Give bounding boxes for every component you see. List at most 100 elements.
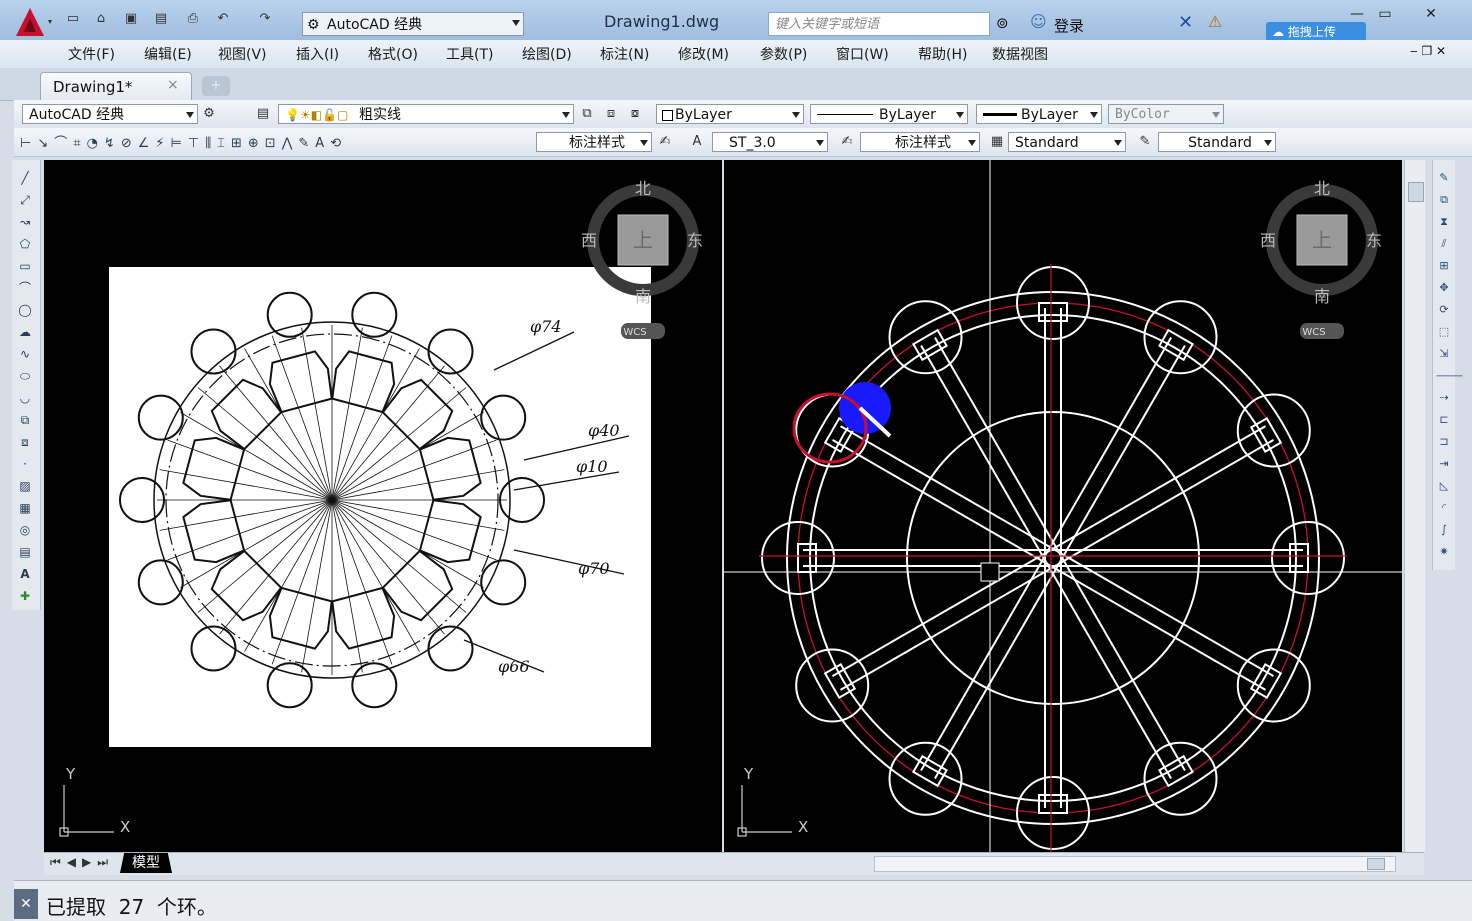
dimstyle-combo-2[interactable]: 标注样式 bbox=[860, 132, 980, 152]
line-icon[interactable]: ╱ bbox=[17, 170, 33, 186]
layer-combo[interactable]: 💡☀◧🔓▢ 粗实线 bbox=[278, 104, 574, 124]
dimstyle-combo-1[interactable]: 标注样式 bbox=[536, 132, 652, 152]
break-at-point-icon[interactable]: ⊏ bbox=[1436, 412, 1452, 428]
menu-parametric[interactable]: 参数(P) bbox=[760, 44, 807, 64]
binoculars-icon[interactable]: ⊚ bbox=[996, 14, 1009, 32]
diameter-icon[interactable]: ⊘ bbox=[121, 136, 138, 151]
tablestyle-combo[interactable]: Standard bbox=[1008, 132, 1126, 152]
dimstyle-manager-icon[interactable]: ✍ bbox=[838, 133, 856, 151]
tab-nav-arrows[interactable]: ⏮◀▶⏭ bbox=[50, 855, 114, 870]
autocad-logo-icon[interactable] bbox=[12, 4, 52, 38]
user-icon[interactable]: ☺ bbox=[1030, 12, 1047, 31]
gradient-icon[interactable]: ▦ bbox=[17, 500, 33, 516]
dim-text-edit-icon[interactable]: A bbox=[315, 136, 330, 151]
workspace-select[interactable]: ⚙ AutoCAD 经典 bbox=[302, 12, 524, 36]
circle-icon[interactable]: ◯ bbox=[17, 302, 33, 318]
quick-dim-icon[interactable]: ⚡ bbox=[155, 136, 170, 151]
dim-style-icon[interactable]: ✍ bbox=[656, 133, 674, 151]
dim-edit-icon[interactable]: ✎ bbox=[298, 136, 315, 151]
menu-window[interactable]: 窗口(W) bbox=[836, 44, 889, 64]
workspace-settings-icon[interactable]: ⚙ bbox=[200, 105, 218, 123]
baseline-icon[interactable]: ⊨ bbox=[171, 136, 188, 151]
array-icon[interactable]: ⊞ bbox=[1436, 258, 1452, 274]
tab-close-icon[interactable]: × bbox=[167, 77, 179, 93]
plotstyle-combo[interactable]: ByColor bbox=[1108, 104, 1224, 124]
menu-insert[interactable]: 插入(I) bbox=[296, 44, 339, 64]
menu-tools[interactable]: 工具(T) bbox=[446, 44, 493, 64]
layer-previous-icon[interactable]: ⧈ bbox=[602, 105, 620, 123]
polygon-icon[interactable]: ⬠ bbox=[17, 236, 33, 252]
menu-help[interactable]: 帮助(H) bbox=[918, 44, 967, 64]
hscroll-thumb[interactable] bbox=[1367, 858, 1385, 870]
join-icon[interactable]: ⇥ bbox=[1436, 456, 1452, 472]
undo-icon[interactable]: ↶ bbox=[214, 10, 232, 28]
tolerance-icon[interactable]: ⊞ bbox=[231, 136, 248, 151]
layer-manager-icon[interactable]: ▤ bbox=[254, 105, 272, 123]
make-block-icon[interactable]: ⧈ bbox=[17, 434, 33, 450]
redo-icon[interactable]: ↷ bbox=[256, 10, 274, 28]
lineweight-combo[interactable]: ByLayer bbox=[976, 104, 1102, 124]
ordinate-icon[interactable]: ⌗ bbox=[73, 136, 86, 151]
insert-block-icon[interactable]: ⧉ bbox=[17, 412, 33, 428]
command-close-icon[interactable]: ✕ bbox=[14, 889, 38, 919]
workspace-combo[interactable]: AutoCAD 经典 bbox=[22, 104, 198, 124]
point-icon[interactable]: · bbox=[17, 456, 33, 472]
mtext-icon[interactable]: A bbox=[17, 566, 33, 582]
mleader-style-icon[interactable]: ✎ bbox=[1136, 133, 1154, 151]
rectangle-icon[interactable]: ▭ bbox=[17, 258, 33, 274]
table-style-icon[interactable]: ▦ bbox=[988, 133, 1006, 151]
tab-drawing1[interactable]: Drawing1* × bbox=[40, 72, 192, 101]
menu-view[interactable]: 视图(V) bbox=[218, 44, 267, 64]
text-style-icon[interactable]: A bbox=[688, 133, 706, 151]
jogged-icon[interactable]: ↯ bbox=[104, 136, 121, 151]
right-viewport[interactable]: 上 北 南 东 西 WCS X Y bbox=[724, 160, 1402, 852]
horizontal-scrollbar[interactable] bbox=[874, 856, 1396, 872]
vertical-scrollbar[interactable] bbox=[1404, 160, 1425, 852]
ellipse-arc-icon[interactable]: ◡ bbox=[17, 390, 33, 406]
textstyle-combo[interactable]: ST_3.0 bbox=[712, 132, 828, 152]
arc-icon[interactable]: ⌒ bbox=[17, 280, 33, 296]
search-input[interactable]: 键入关键字或短语 bbox=[768, 12, 990, 36]
ellipse-icon[interactable]: ⬭ bbox=[17, 368, 33, 384]
menu-edit[interactable]: 编辑(E) bbox=[144, 44, 192, 64]
left-viewport[interactable]: φ74 φ40 φ10 φ70 φ66 上 北 南 东 西 WCS X Y bbox=[44, 160, 722, 852]
menu-file[interactable]: 文件(F) bbox=[68, 44, 115, 64]
move-icon[interactable]: ✥ bbox=[1436, 280, 1452, 296]
menu-data-view[interactable]: 数据视图 bbox=[992, 44, 1048, 64]
arc-length-icon[interactable]: ⌒ bbox=[54, 136, 73, 151]
doc-window-controls[interactable]: ‒ ❐ ✕ bbox=[1410, 44, 1446, 58]
close-button[interactable]: ✕ bbox=[1408, 2, 1454, 26]
make-current-layer-icon[interactable]: ⧉ bbox=[578, 105, 596, 123]
mleaderstyle-combo[interactable]: Standard bbox=[1158, 132, 1276, 152]
blend-icon[interactable]: ∫ bbox=[1436, 522, 1452, 538]
rotate-icon[interactable]: ⟳ bbox=[1436, 302, 1452, 318]
chamfer-icon[interactable]: ◺ bbox=[1436, 478, 1452, 494]
explode-icon[interactable]: ✷ bbox=[1436, 544, 1452, 560]
fillet-icon[interactable]: ◜ bbox=[1436, 500, 1452, 516]
copy-icon[interactable]: ⧉ bbox=[1436, 192, 1452, 208]
layer-state-icon[interactable]: ⧇ bbox=[626, 105, 644, 123]
angular-icon[interactable]: ∠ bbox=[138, 136, 156, 151]
radius-icon[interactable]: ◔ bbox=[87, 136, 104, 151]
dim-update-icon[interactable]: ⟲ bbox=[330, 136, 347, 151]
menu-dimension[interactable]: 标注(N) bbox=[600, 44, 649, 64]
color-combo[interactable]: ByLayer bbox=[656, 104, 804, 124]
construction-line-icon[interactable]: ⤢ bbox=[17, 192, 33, 208]
linetype-combo[interactable]: ByLayer bbox=[810, 104, 968, 124]
stretch-icon[interactable]: ⇲ bbox=[1436, 346, 1452, 362]
new-tab-button[interactable]: + bbox=[202, 76, 230, 96]
tab-model[interactable]: 模型 bbox=[120, 853, 172, 873]
extend-icon[interactable]: ⇢ bbox=[1436, 390, 1452, 406]
break-icon[interactable]: ⊐ bbox=[1436, 434, 1452, 450]
region-icon[interactable]: ◎ bbox=[17, 522, 33, 538]
mirror-icon[interactable]: ⧗ bbox=[1436, 214, 1452, 230]
jog-line-icon[interactable]: ⋀ bbox=[282, 136, 299, 151]
trim-icon[interactable]: ⸻ bbox=[1436, 368, 1463, 384]
menu-format[interactable]: 格式(O) bbox=[368, 44, 418, 64]
exchange-icon[interactable]: ✕ bbox=[1178, 12, 1193, 33]
command-line[interactable]: ✕ 已提取 27 个环。 bbox=[14, 880, 1472, 921]
scroll-thumb[interactable] bbox=[1408, 182, 1424, 202]
menu-modify[interactable]: 修改(M) bbox=[678, 44, 729, 64]
break-icon[interactable]: ⌶ bbox=[217, 136, 231, 151]
help-icon[interactable]: ⚠ bbox=[1208, 12, 1222, 31]
